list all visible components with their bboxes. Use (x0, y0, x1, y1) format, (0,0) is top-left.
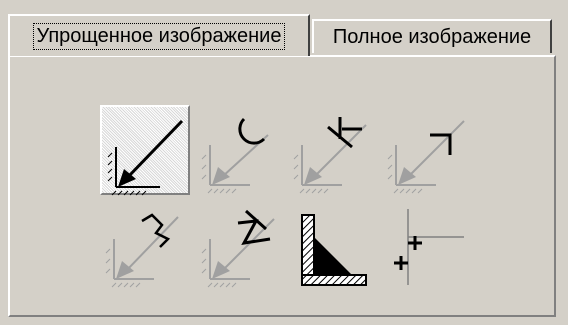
weld-arrow-arc-button[interactable] (198, 105, 288, 195)
weld-fillet-triangle-button[interactable] (290, 199, 380, 289)
weld-arrow-star-icon (293, 117, 367, 194)
weld-arrow-zigzag-icon (201, 209, 275, 288)
weld-arrow-zigzag-button[interactable] (198, 199, 288, 289)
tab-simplified-view-label: Упрощенное изображение (32, 22, 286, 50)
tab-simplified-view[interactable]: Упрощенное изображение (8, 14, 310, 56)
symbol-panel (8, 55, 556, 317)
weld-arrow-star-button[interactable] (290, 105, 380, 195)
weld-arrow-bracket-icon (105, 213, 179, 288)
weld-arrow-corner-button[interactable] (384, 105, 474, 195)
weld-arrow-arc-icon (201, 117, 269, 194)
weld-arrow-corner-icon (387, 120, 465, 194)
weld-fillet-triangle-icon (301, 214, 367, 286)
weld-arrow-plain-icon (107, 119, 184, 196)
tab-strip: Упрощенное изображение Полное изображени… (8, 14, 568, 56)
weld-plus-offset-icon (394, 209, 464, 285)
tab-full-view[interactable]: Полное изображение (312, 19, 552, 53)
weld-symbol-dialog: Упрощенное изображение Полное изображени… (0, 0, 568, 325)
weld-arrow-plain-button[interactable] (100, 105, 190, 196)
weld-arrow-bracket-button[interactable] (100, 199, 190, 289)
tab-full-view-label: Полное изображение (332, 25, 532, 48)
weld-plus-offset-button[interactable] (384, 199, 474, 289)
